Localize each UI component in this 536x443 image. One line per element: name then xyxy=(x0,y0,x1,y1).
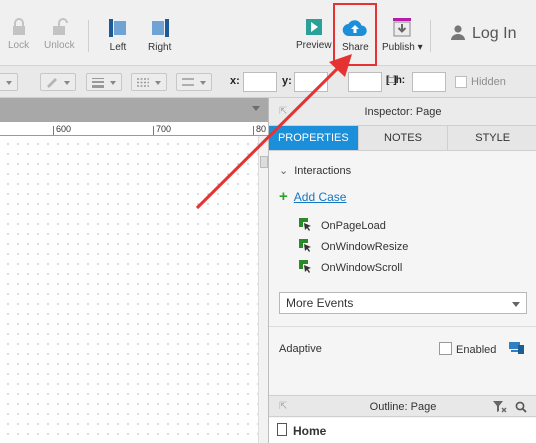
arrow-style-dropdown[interactable] xyxy=(176,73,212,91)
tab-notes[interactable]: NOTES xyxy=(358,126,449,150)
line-style-icon xyxy=(137,78,149,87)
adaptive-label: Adaptive xyxy=(279,343,322,355)
font-size-dropdown[interactable] xyxy=(0,73,18,91)
hidden-checkbox[interactable] xyxy=(455,76,467,88)
event-item[interactable]: OnPageLoad xyxy=(299,218,386,232)
width-input[interactable] xyxy=(348,72,382,92)
plus-icon: + xyxy=(279,188,288,205)
align-right-button[interactable]: Right xyxy=(148,18,171,53)
share-highlight-box xyxy=(333,3,377,66)
event-item[interactable]: OnWindowScroll xyxy=(299,260,402,274)
event-cursor-icon xyxy=(299,239,311,252)
lock-button[interactable]: Lock xyxy=(8,18,29,51)
line-width-icon xyxy=(92,78,104,88)
chevron-down-icon[interactable] xyxy=(252,106,260,111)
event-item[interactable]: OnWindowResize xyxy=(299,239,408,253)
align-right-label: Right xyxy=(148,42,172,53)
x-input[interactable] xyxy=(243,72,277,92)
login-label: Log In xyxy=(472,25,517,42)
ruler-label: 700 xyxy=(156,124,172,134)
align-left-label: Left xyxy=(109,42,127,53)
more-events-select[interactable]: More Events xyxy=(279,292,527,314)
horizontal-ruler: 600 700 80 xyxy=(0,122,268,136)
event-cursor-icon xyxy=(299,218,311,231)
login-button[interactable]: Log In xyxy=(450,24,516,43)
inspector-tabs: PROPERTIES NOTES STYLE xyxy=(269,126,536,151)
unlock-icon xyxy=(53,18,69,35)
align-left-button[interactable]: Left xyxy=(108,18,128,53)
outline-item-home[interactable]: Home xyxy=(269,418,536,443)
canvas-tab-bar xyxy=(0,98,268,122)
filter-icon[interactable] xyxy=(493,401,507,413)
toolbar-separator xyxy=(88,20,89,52)
chevron-down-icon: ⌄ xyxy=(279,165,289,177)
scrollbar-thumb[interactable] xyxy=(260,156,268,168)
line-color-dropdown[interactable] xyxy=(40,73,76,91)
toolbar-separator xyxy=(430,20,431,52)
tab-properties[interactable]: PROPERTIES xyxy=(269,126,359,150)
line-style-dropdown[interactable] xyxy=(131,73,167,91)
publish-icon xyxy=(393,18,412,37)
line-width-dropdown[interactable] xyxy=(86,73,122,91)
pin-icon[interactable]: ⇱ xyxy=(279,98,287,126)
y-label: y: xyxy=(282,75,292,87)
inspector-panel: ⇱ Inspector: Page PROPERTIES NOTES STYLE… xyxy=(268,98,536,443)
h-input[interactable] xyxy=(412,72,446,92)
outline-title: Outline: Page xyxy=(369,401,437,413)
pin-icon[interactable]: ⇱ xyxy=(279,396,287,418)
h-label: [□]h: xyxy=(386,75,406,86)
publish-button[interactable]: Publish ▾ xyxy=(382,18,423,53)
unlock-label: Unlock xyxy=(44,40,75,51)
main-toolbar: Lock Unlock Left Right Preview Share Pub… xyxy=(0,0,536,66)
format-bar: x: y: [□]h: Hidden xyxy=(0,66,536,98)
design-canvas[interactable] xyxy=(0,136,264,443)
align-right-icon xyxy=(151,19,169,37)
add-case-link[interactable]: + Add Case xyxy=(279,188,346,205)
arrow-style-icon xyxy=(182,78,194,86)
ruler-label: 600 xyxy=(56,124,72,134)
unlock-button[interactable]: Unlock xyxy=(44,18,75,51)
page-icon xyxy=(277,423,287,436)
publish-label: Publish ▾ xyxy=(382,42,423,53)
outline-header: ⇱ Outline: Page xyxy=(269,395,536,417)
link-size-icon: [□] xyxy=(386,75,397,86)
event-cursor-icon xyxy=(299,260,311,273)
inspector-header: ⇱ Inspector: Page xyxy=(269,98,536,126)
y-input[interactable] xyxy=(294,72,328,92)
hidden-label: Hidden xyxy=(471,76,506,88)
user-icon xyxy=(451,25,465,40)
tab-style[interactable]: STYLE xyxy=(448,126,536,150)
pen-icon xyxy=(47,78,57,88)
lock-icon xyxy=(12,18,25,35)
search-icon[interactable] xyxy=(515,401,527,413)
inspector-title: Inspector: Page xyxy=(364,106,442,118)
outline-item-label: Home xyxy=(293,424,327,438)
divider xyxy=(269,326,536,327)
interactions-label: Interactions xyxy=(294,165,352,177)
interactions-section-toggle[interactable]: ⌄ Interactions xyxy=(279,164,351,177)
enabled-checkbox[interactable] xyxy=(439,342,452,355)
lock-label: Lock xyxy=(8,40,30,51)
adaptive-icon[interactable] xyxy=(509,341,525,355)
x-label: x: xyxy=(230,75,240,87)
preview-label: Preview xyxy=(296,40,332,51)
preview-button[interactable]: Preview xyxy=(296,18,332,51)
add-case-label: Add Case xyxy=(293,190,347,204)
preview-icon xyxy=(305,19,322,35)
enabled-label: Enabled xyxy=(456,344,497,356)
canvas-scrollbar[interactable] xyxy=(258,136,268,443)
align-left-icon xyxy=(109,19,126,37)
ruler-label: 80 xyxy=(256,124,267,134)
